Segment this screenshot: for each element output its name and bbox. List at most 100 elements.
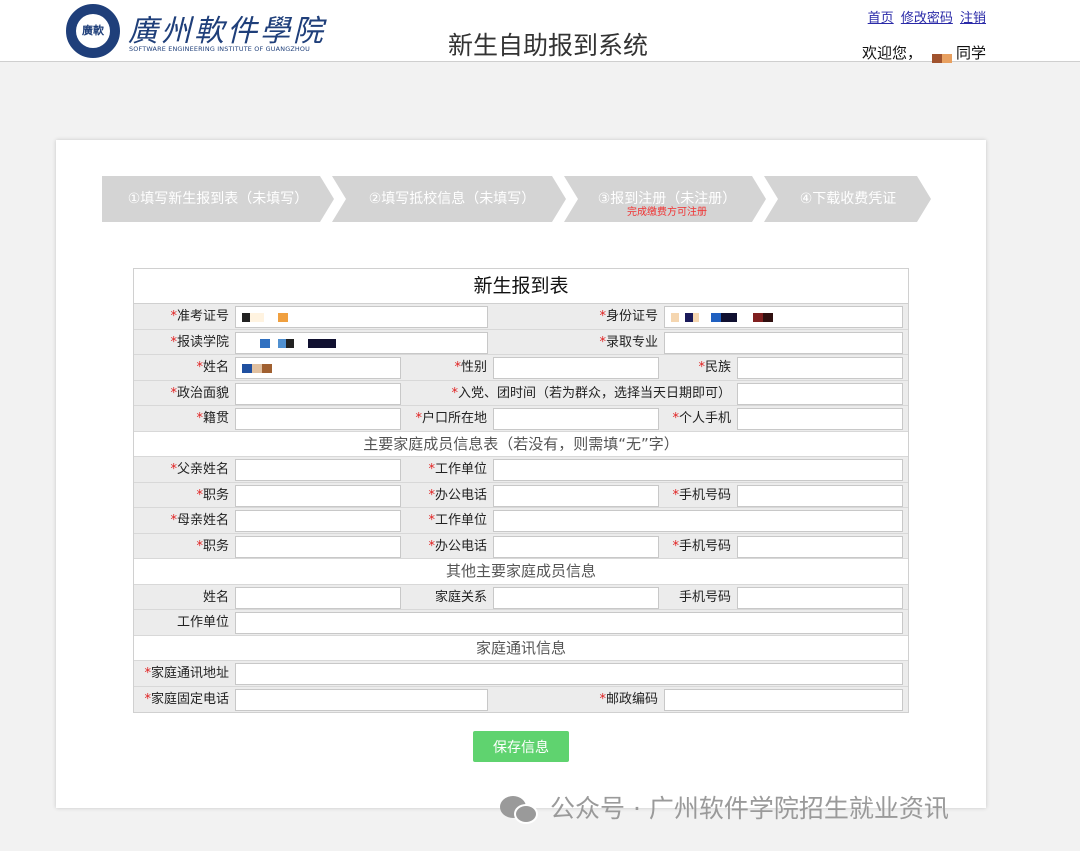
gender-label: *性别 [454, 360, 487, 375]
redacted-name [931, 49, 952, 63]
postcode-input[interactable] [664, 688, 903, 711]
home-phone-label: *家庭固定电话 [144, 691, 229, 707]
native-input[interactable] [235, 408, 401, 430]
form-row: 工作单位 [134, 610, 908, 636]
contact-section-title: 家庭通讯信息 [134, 635, 908, 661]
mother-name-label: *母亲姓名 [170, 513, 229, 528]
relation-label: 家庭关系 [434, 589, 487, 605]
watermark: 公众号 · 广州软件学院招生就业资讯 [500, 789, 949, 829]
redacted-value [242, 313, 288, 323]
college-label: *报读学院 [170, 334, 229, 350]
home-address-input[interactable] [235, 663, 903, 685]
redacted-value [260, 338, 336, 349]
join-date-label: *入党、团时间（若为群众，选择当天日期即可） [451, 385, 731, 401]
member-phone-label: 手机号码 [678, 589, 731, 605]
political-label: *政治面貌 [170, 385, 229, 401]
mother-office-phone-label: *办公电话 [428, 538, 487, 554]
step-3[interactable]: ③报到注册（未注册） 完成缴费方可注册 [572, 176, 762, 222]
mother-workplace-input[interactable] [493, 510, 903, 532]
major-input[interactable] [664, 331, 903, 354]
mobile-input[interactable] [737, 408, 903, 430]
form-row: *籍贯 *户口所在地 *个人手机 [134, 406, 908, 432]
school-name-en: SOFTWARE ENGINEERING INSTITUTE OF GUANGZ… [129, 45, 311, 53]
father-duty-input[interactable] [235, 484, 401, 507]
hukou-label: *户口所在地 [415, 411, 487, 426]
political-input[interactable] [235, 382, 401, 405]
others-section-title: 其他主要家庭成员信息 [134, 559, 908, 585]
mother-duty-input[interactable] [235, 535, 401, 558]
wechat-icon [500, 794, 540, 826]
exam-no-label: *准考证号 [170, 309, 229, 324]
top-links: 首页 修改密码 注销 [865, 7, 986, 26]
registration-form: 新生报到表 *准考证号 *身份证号 *报读学院 *录取专业 *姓名 *性别 *民… [133, 268, 909, 713]
native-label: *籍贯 [196, 411, 229, 426]
member-workplace-label: 工作单位 [176, 615, 229, 630]
form-row: *职务 *办公电话 *手机号码 [134, 482, 908, 508]
ethnicity-label: *民族 [698, 360, 731, 375]
step-3-note: 完成缴费方可注册 [627, 207, 707, 218]
id-no-input[interactable] [664, 306, 903, 328]
member-phone-input[interactable] [737, 586, 903, 609]
ethnicity-input[interactable] [737, 357, 903, 379]
mother-workplace-label: *工作单位 [428, 513, 487, 528]
mother-office-phone-input[interactable] [493, 535, 659, 558]
id-no-label: *身份证号 [599, 309, 658, 324]
gender-input[interactable] [493, 357, 659, 379]
redacted-value [671, 313, 773, 323]
step-4[interactable]: ④下载收费凭证 [774, 176, 922, 222]
relation-input[interactable] [493, 586, 659, 609]
postcode-label: *邮政编码 [599, 691, 658, 707]
name-label: *姓名 [196, 360, 229, 375]
mother-duty-label: *职务 [196, 538, 229, 554]
form-title: 新生报到表 [134, 269, 908, 304]
hukou-input[interactable] [493, 408, 659, 430]
save-button[interactable]: 保存信息 [473, 731, 569, 762]
father-workplace-input[interactable] [493, 459, 903, 481]
school-seal-icon: 廣軟 [66, 4, 120, 58]
member-name-label: 姓名 [202, 589, 229, 605]
join-date-input[interactable] [737, 382, 903, 405]
mother-name-input[interactable] [235, 510, 401, 532]
logout-link[interactable]: 注销 [960, 11, 986, 26]
school-name-cn: 廣州軟件學院 [128, 14, 326, 49]
name-input[interactable] [235, 357, 401, 379]
exam-no-input[interactable] [235, 306, 488, 328]
father-phone-input[interactable] [737, 484, 903, 507]
father-name-input[interactable] [235, 459, 401, 481]
redacted-value [242, 364, 272, 374]
father-workplace-label: *工作单位 [428, 462, 487, 477]
father-office-phone-label: *办公电话 [428, 487, 487, 503]
home-address-label: *家庭通讯地址 [144, 666, 229, 681]
form-row: *准考证号 *身份证号 [134, 304, 908, 330]
header-bar: 廣軟 廣州軟件學院 SOFTWARE ENGINEERING INSTITUTE… [0, 0, 1080, 63]
home-phone-input[interactable] [235, 688, 488, 711]
step-1[interactable]: ①填写新生报到表（未填写） [102, 176, 334, 222]
step-2[interactable]: ②填写抵校信息（未填写） [338, 176, 566, 222]
major-label: *录取专业 [599, 334, 658, 350]
father-duty-label: *职务 [196, 487, 229, 503]
father-name-label: *父亲姓名 [170, 462, 229, 477]
form-row: *家庭通讯地址 [134, 661, 908, 687]
welcome-text: 欢迎您， 同学 [861, 44, 986, 63]
form-row: *母亲姓名 *工作单位 [134, 508, 908, 534]
form-row: *家庭固定电话 *邮政编码 [134, 686, 908, 712]
mobile-label: *个人手机 [672, 411, 731, 426]
form-row: *姓名 *性别 *民族 [134, 355, 908, 381]
system-title: 新生自助报到系统 [448, 31, 649, 60]
form-row: *父亲姓名 *工作单位 [134, 457, 908, 483]
father-phone-label: *手机号码 [672, 487, 731, 503]
change-password-link[interactable]: 修改密码 [901, 11, 953, 26]
member-workplace-input[interactable] [235, 612, 903, 634]
form-row: *报读学院 *录取专业 [134, 329, 908, 355]
member-name-input[interactable] [235, 586, 401, 609]
form-row: *职务 *办公电话 *手机号码 [134, 533, 908, 559]
form-row: 姓名 家庭关系 手机号码 [134, 584, 908, 610]
home-link[interactable]: 首页 [868, 11, 894, 26]
steps-labels: ①填写新生报到表（未填写） ②填写抵校信息（未填写） ③报到注册（未注册） 完成… [102, 176, 932, 222]
college-input[interactable] [235, 331, 488, 354]
mother-phone-label: *手机号码 [672, 538, 731, 554]
father-office-phone-input[interactable] [493, 484, 659, 507]
family-section-title: 主要家庭成员信息表（若没有，则需填“无”字） [134, 431, 908, 457]
school-logo[interactable]: 廣軟 廣州軟件學院 SOFTWARE ENGINEERING INSTITUTE… [66, 4, 323, 58]
mother-phone-input[interactable] [737, 535, 903, 558]
